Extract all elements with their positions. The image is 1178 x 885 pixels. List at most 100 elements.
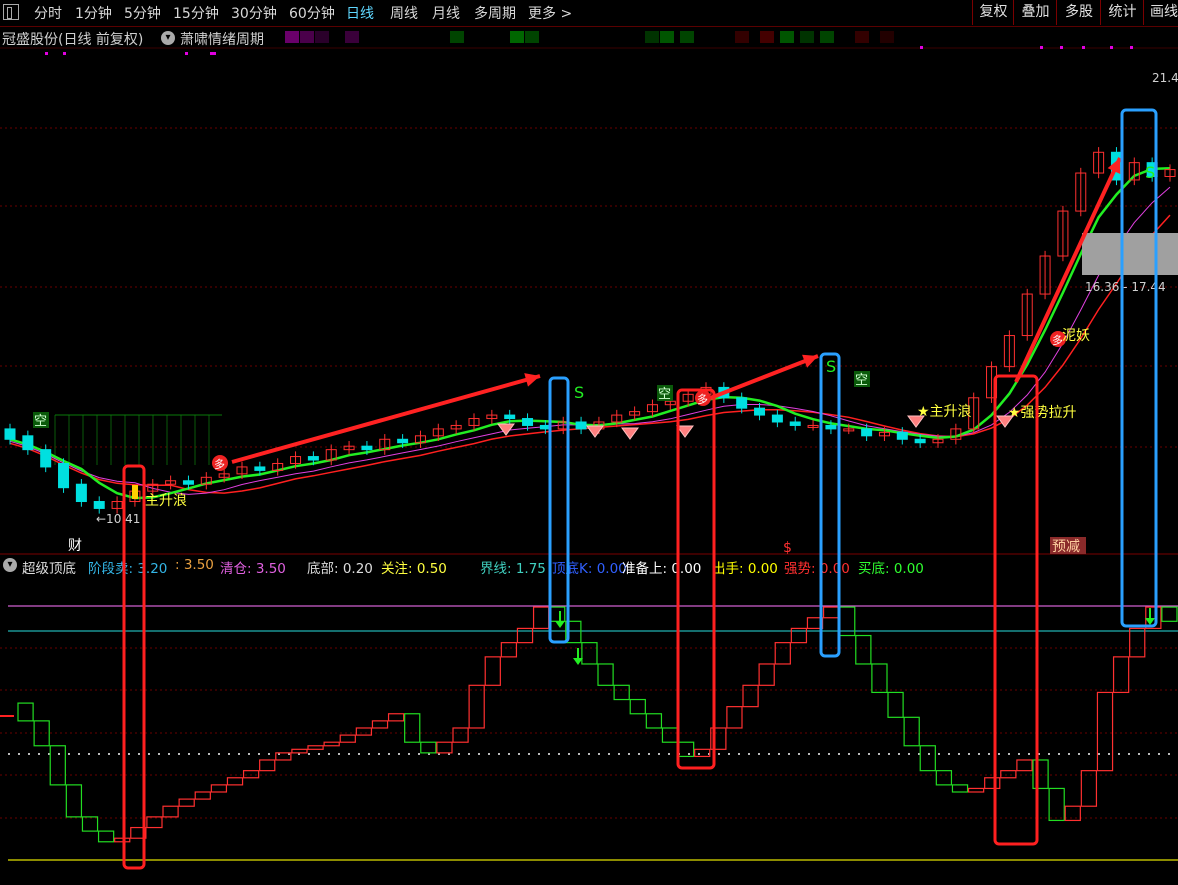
stair-bar: [726, 706, 743, 729]
level-guanzhu-dot: [338, 753, 340, 755]
candle-body: [254, 466, 266, 471]
stair-bar: [581, 642, 598, 665]
range-label: 16.36 - 17.44: [1085, 280, 1166, 294]
level-guanzhu-dot: [1048, 753, 1050, 755]
stair-bar: [49, 745, 66, 786]
header-strip-cell: [525, 31, 539, 43]
header-dot: [1040, 46, 1043, 49]
level-guanzhu-dot: [118, 753, 120, 755]
candle-body: [307, 456, 319, 461]
candle-body: [754, 407, 766, 416]
level-guanzhu-dot: [228, 753, 230, 755]
level-guanzhu-dot: [1098, 753, 1100, 755]
level-guanzhu-dot: [458, 753, 460, 755]
level-guanzhu-dot: [688, 753, 690, 755]
stair-bar: [613, 684, 630, 701]
candle-body: [182, 480, 194, 485]
candle-body: [397, 438, 409, 444]
candle-body: [75, 483, 87, 503]
stair-bar: [1096, 691, 1114, 772]
level-guanzhu-dot: [358, 753, 360, 755]
level-guanzhu-dot: [658, 753, 660, 755]
level-guanzhu-dot: [368, 753, 370, 755]
stair-bar: [210, 784, 228, 793]
level-guanzhu-dot: [518, 753, 520, 755]
stair-bar: [1064, 805, 1081, 822]
level-guanzhu-dot: [808, 753, 810, 755]
level-guanzhu-dot: [478, 753, 480, 755]
level-guanzhu-dot: [208, 753, 210, 755]
stair-bar: [307, 745, 324, 750]
header-dot: [63, 52, 66, 55]
level-guanzhu-dot: [398, 753, 400, 755]
stair-bar: [371, 720, 389, 729]
header-strip-cell: [735, 31, 749, 43]
level-guanzhu-dot: [568, 753, 570, 755]
level-guanzhu-dot: [558, 753, 560, 755]
level-guanzhu-dot: [38, 753, 40, 755]
level-guanzhu-dot: [388, 753, 390, 755]
level-guanzhu-dot: [768, 753, 770, 755]
level-guanzhu-dot: [858, 753, 860, 755]
level-guanzhu-dot: [1068, 753, 1070, 755]
stair-bar: [758, 663, 775, 686]
level-guanzhu-dot: [188, 753, 190, 755]
marker-kong: 空: [855, 373, 868, 388]
level-guanzhu-dot: [958, 753, 960, 755]
level-guanzhu-dot: [838, 753, 840, 755]
stair-bar: [114, 837, 131, 843]
level-guanzhu-dot: [728, 753, 730, 755]
level-guanzhu-dot: [1118, 753, 1120, 755]
candle-body: [93, 501, 105, 509]
level-guanzhu-dot: [408, 753, 410, 755]
stair-bar: [146, 816, 163, 829]
stair-bar: [242, 770, 260, 779]
stair-bar: [452, 727, 469, 743]
stair-bar: [387, 713, 405, 722]
marker-s: S: [1145, 163, 1155, 182]
candle-body: [58, 462, 70, 489]
stair-bar: [742, 684, 759, 708]
level-guanzhu-dot: [198, 753, 200, 755]
level-guanzhu-dot: [88, 753, 90, 755]
stair-bar: [984, 777, 1001, 790]
stair-bar: [323, 741, 340, 747]
level-guanzhu-dot: [468, 753, 470, 755]
level-guanzhu-dot: [818, 753, 820, 755]
stair-bar: [774, 642, 791, 665]
stair-bar: [694, 748, 711, 758]
candle-body: [361, 445, 373, 451]
level-guanzhu-dot: [648, 753, 650, 755]
candle-body: [575, 421, 587, 430]
level-guanzhu-dot: [538, 753, 540, 755]
level-guanzhu-dot: [8, 753, 10, 755]
level-guanzhu-dot: [168, 753, 170, 755]
level-guanzhu-dot: [898, 753, 900, 755]
level-guanzhu-dot: [268, 753, 270, 755]
level-guanzhu-dot: [828, 753, 830, 755]
level-guanzhu-dot: [1138, 753, 1140, 755]
candle-body: [4, 428, 16, 440]
header-strip-cell: [680, 31, 694, 43]
level-guanzhu-dot: [1078, 753, 1080, 755]
level-guanzhu-dot: [78, 753, 80, 755]
level-guanzhu-dot: [578, 753, 580, 755]
level-guanzhu-dot: [1018, 753, 1020, 755]
level-guanzhu-dot: [548, 753, 550, 755]
level-guanzhu-dot: [848, 753, 850, 755]
marker-kong: 空: [658, 387, 671, 402]
stair-bar: [436, 741, 453, 754]
stair-bar: [1129, 627, 1146, 658]
level-guanzhu-dot: [718, 753, 720, 755]
level-guanzhu-dot: [998, 753, 1000, 755]
header-dot: [1130, 46, 1133, 49]
level-guanzhu-dot: [18, 753, 20, 755]
stair-bar: [420, 741, 437, 754]
level-guanzhu-dot: [608, 753, 610, 755]
header-strip-cell: [780, 31, 794, 43]
level-guanzhu-dot: [968, 753, 970, 755]
level-guanzhu-dot: [318, 753, 320, 755]
marker-niyao: 泥妖: [1062, 328, 1090, 344]
candle-body: [40, 449, 52, 468]
stair-bar: [291, 748, 308, 754]
